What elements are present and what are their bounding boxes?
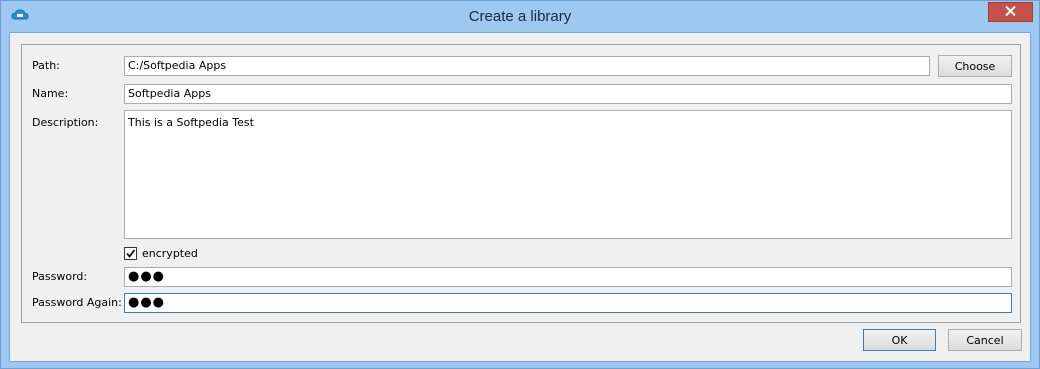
library-form-group: Path: C:/Softpedia Apps Choose Name: Sof… [21,44,1021,323]
password-label: Password: [32,270,88,283]
window-title: Create a library [468,8,572,25]
choose-button[interactable]: Choose [938,55,1012,77]
cancel-button[interactable]: Cancel [948,329,1022,351]
path-input[interactable]: C:/Softpedia Apps [124,56,930,76]
checkmark-icon [125,248,136,259]
description-textarea[interactable]: This is a Softpedia Test [124,110,1012,239]
name-label: Name: [32,87,69,100]
title-bar[interactable]: Create a library [1,1,1039,33]
password-input[interactable]: ●●● [124,267,1012,287]
dialog-window: Create a library Path: C:/Softpedia Apps… [0,0,1040,369]
dialog-body: Path: C:/Softpedia Apps Choose Name: Sof… [9,32,1031,362]
ok-button[interactable]: OK [863,329,936,351]
path-label: Path: [32,59,60,72]
password-again-input[interactable]: ●●● [124,293,1012,313]
description-label: Description: [32,116,99,129]
close-button[interactable] [988,2,1033,22]
name-input[interactable]: Softpedia Apps [124,84,1012,104]
encrypted-label: encrypted [142,247,198,260]
encrypted-checkbox[interactable] [124,247,137,260]
close-icon [1005,5,1016,19]
password-again-label: Password Again: [32,296,122,309]
